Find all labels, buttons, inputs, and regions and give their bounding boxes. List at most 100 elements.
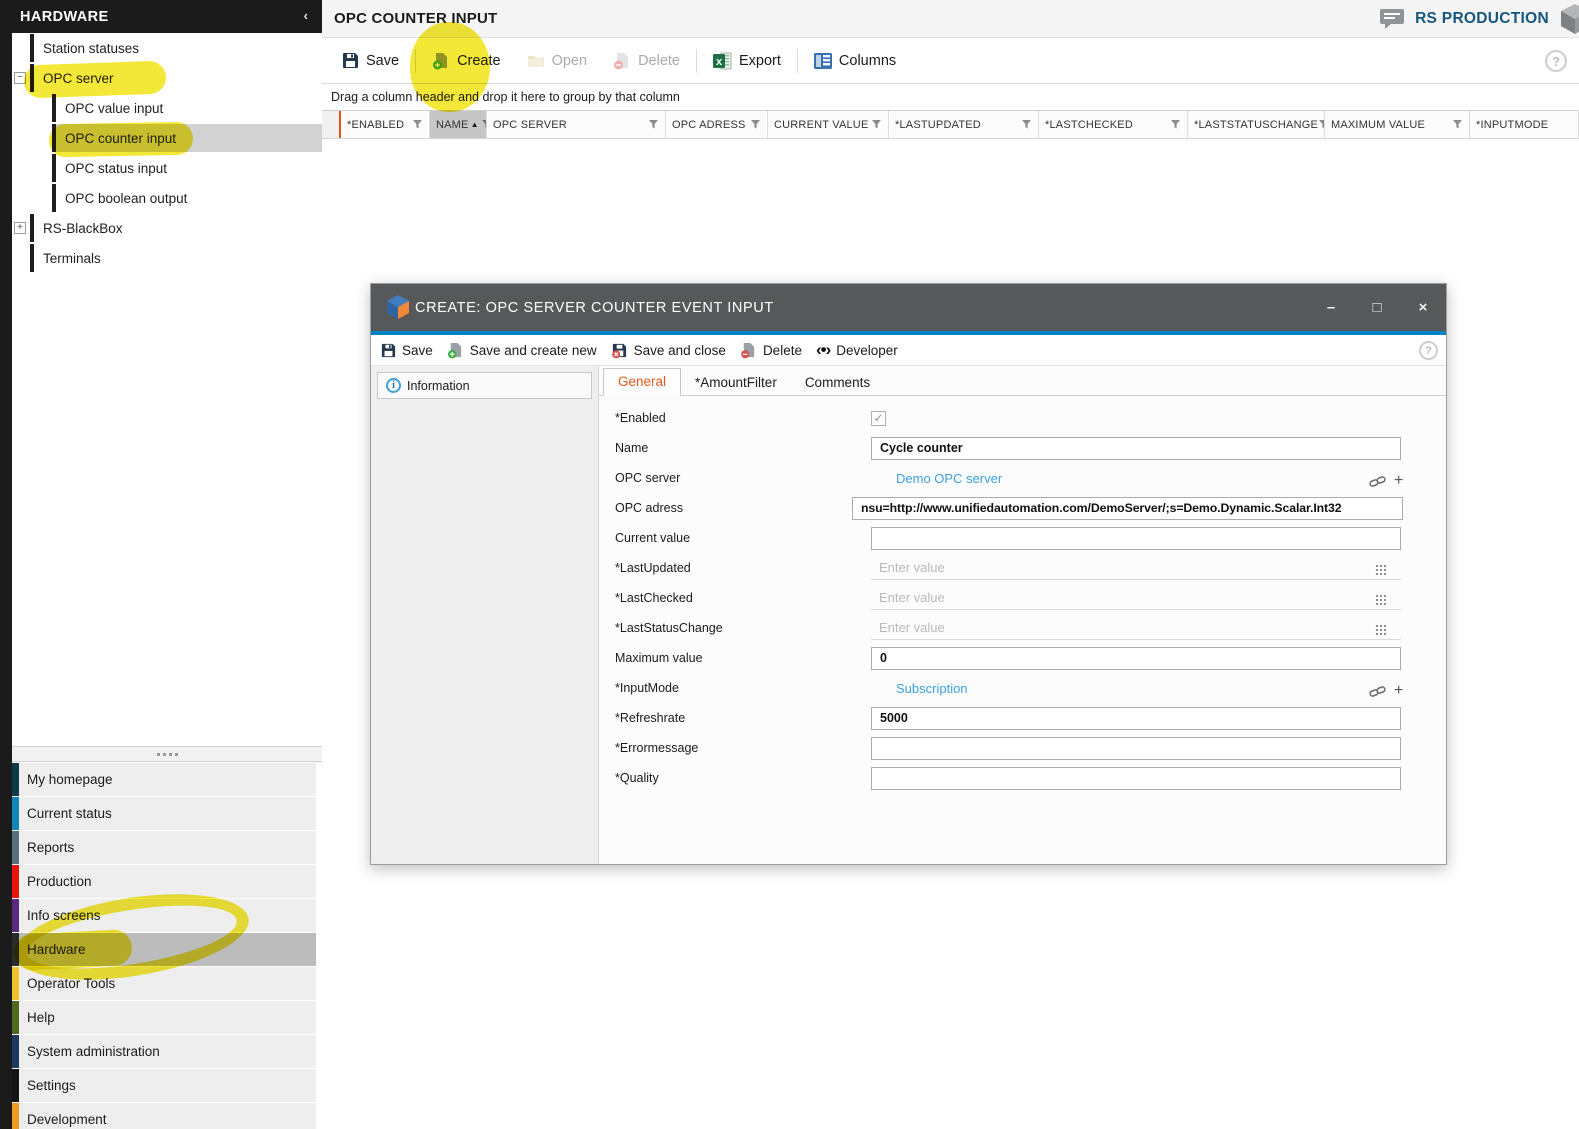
minimize-icon[interactable]: – [1322, 299, 1340, 316]
columns-button[interactable]: Columns [804, 47, 906, 75]
filter-icon[interactable] [1170, 119, 1181, 130]
tree-item-rs-blackbox[interactable]: + RS-BlackBox [12, 213, 322, 243]
open-button[interactable]: Open [517, 47, 597, 75]
save-button[interactable]: Save [332, 46, 409, 75]
open-label: Open [552, 53, 587, 69]
quality-field[interactable] [871, 767, 1401, 790]
tree-item-opc-boolean-output[interactable]: OPC boolean output [12, 183, 322, 213]
expand-expander-icon[interactable]: + [14, 222, 26, 234]
open-icon [527, 53, 545, 69]
delete-label: Delete [763, 343, 802, 358]
column-header-laststatuschange[interactable]: *LASTSTATUSCHANGE [1188, 111, 1325, 138]
dialog-developer-button[interactable]: ‹•› Developer [816, 340, 898, 360]
main-menu: My homepage Current status Reports Produ… [12, 763, 316, 1129]
picker-grid-icon[interactable] [1375, 624, 1386, 635]
dialog-help-icon[interactable]: ? [1419, 341, 1438, 360]
information-side-tab[interactable]: i Information [377, 372, 592, 399]
sidebar-splitter-handle[interactable] [12, 746, 322, 762]
tree-item-opc-counter-input[interactable]: OPC counter input [12, 123, 322, 153]
filter-icon[interactable] [750, 119, 761, 130]
create-button[interactable]: Create [422, 46, 511, 76]
menu-item-my-homepage[interactable]: My homepage [12, 763, 316, 796]
close-icon[interactable]: × [1414, 299, 1432, 316]
tab-comments[interactable]: Comments [791, 370, 884, 396]
menu-item-reports[interactable]: Reports [12, 831, 316, 864]
column-header-lastchecked[interactable]: *LASTCHECKED [1039, 111, 1188, 138]
tree-item-opc-status-input[interactable]: OPC status input [12, 153, 322, 183]
opc-adress-field[interactable] [852, 497, 1403, 520]
opc-server-link[interactable]: Demo OPC server [871, 471, 1002, 486]
filter-icon[interactable] [871, 119, 882, 130]
laststatuschange-field[interactable] [871, 617, 1401, 640]
add-icon[interactable]: + [1394, 473, 1403, 489]
menu-item-settings[interactable]: Settings [12, 1069, 316, 1102]
column-header-opc-server[interactable]: OPC SERVER [487, 111, 666, 138]
menu-item-operator-tools[interactable]: Operator Tools [12, 967, 316, 1000]
current-value-field[interactable] [871, 527, 1401, 550]
field-label: Current value [599, 531, 871, 545]
errormessage-field[interactable] [871, 737, 1401, 760]
lastchecked-field[interactable] [871, 587, 1401, 610]
dialog-save-button[interactable]: Save [381, 343, 433, 358]
column-header-name[interactable]: NAME ▲ [430, 111, 487, 138]
tree-item-opc-value-input[interactable]: OPC value input [12, 93, 322, 123]
menu-item-label: Settings [27, 1078, 76, 1093]
columns-label: Columns [839, 53, 896, 69]
link-icon[interactable] [1369, 473, 1386, 490]
menu-item-current-status[interactable]: Current status [12, 797, 316, 830]
inputmode-link[interactable]: Subscription [871, 681, 968, 696]
picker-grid-icon[interactable] [1375, 594, 1386, 605]
enabled-checkbox[interactable]: ✓ [871, 411, 886, 426]
collapse-expander-icon[interactable]: − [14, 72, 26, 84]
refreshrate-field[interactable] [871, 707, 1401, 730]
group-by-drop-zone[interactable]: Drag a column header and drop it here to… [322, 84, 1579, 111]
export-label: Export [739, 53, 781, 69]
column-header-inputmode[interactable]: *INPUTMODE [1470, 111, 1579, 138]
column-header-maximum-value[interactable]: MAXIMUM VALUE [1325, 111, 1470, 138]
sidebar-collapse-icon[interactable]: ‹ [304, 8, 308, 23]
dialog-titlebar[interactable]: CREATE: OPC SERVER COUNTER EVENT INPUT –… [371, 284, 1446, 331]
menu-item-system-administration[interactable]: System administration [12, 1035, 316, 1068]
delete-button[interactable]: Delete [603, 46, 690, 76]
link-icon[interactable] [1369, 683, 1386, 700]
column-header-current-value[interactable]: CURRENT VALUE [768, 111, 889, 138]
menu-item-hardware[interactable]: Hardware [12, 933, 316, 966]
lastupdated-field[interactable] [871, 557, 1401, 580]
filter-icon[interactable] [1452, 119, 1463, 130]
name-field[interactable] [871, 437, 1401, 460]
filter-icon[interactable] [1021, 119, 1032, 130]
maximize-icon[interactable]: □ [1368, 299, 1386, 316]
tab-amountfilter[interactable]: *AmountFilter [681, 370, 791, 396]
menu-item-production[interactable]: Production [12, 865, 316, 898]
column-header-opc-adress[interactable]: OPC ADRESS [666, 111, 768, 138]
tree-item-terminals[interactable]: Terminals [12, 243, 322, 273]
filter-icon[interactable] [648, 119, 659, 130]
add-icon[interactable]: + [1394, 683, 1403, 699]
dialog-title: CREATE: OPC SERVER COUNTER EVENT INPUT [415, 300, 774, 316]
export-button[interactable]: x Export [703, 46, 791, 76]
dialog-save-and-create-new-button[interactable]: Save and create new [447, 342, 597, 359]
picker-grid-icon[interactable] [1375, 564, 1386, 575]
menu-item-label: Help [27, 1010, 55, 1025]
tree-item-opc-server[interactable]: − OPC server [12, 63, 322, 93]
menu-item-help[interactable]: Help [12, 1001, 316, 1034]
tab-general[interactable]: General [603, 368, 681, 396]
menu-item-info-screens[interactable]: Info screens [12, 899, 316, 932]
create-icon [432, 52, 450, 70]
dialog-save-and-close-button[interactable]: Save and close [611, 342, 726, 359]
dialog-toolbar: Save Save and create new Save an [371, 335, 1446, 366]
tree-item-label: OPC status input [65, 161, 167, 176]
column-header-lastupdated[interactable]: *LASTUPDATED [889, 111, 1039, 138]
chat-icon[interactable] [1379, 8, 1405, 30]
filter-icon[interactable] [412, 119, 423, 130]
page-help-icon[interactable]: ? [1545, 50, 1567, 72]
svg-text:x: x [716, 56, 723, 68]
save-label: Save [366, 53, 399, 69]
tree-item-station-statuses[interactable]: Station statuses [12, 33, 322, 63]
dialog-delete-button[interactable]: Delete [740, 342, 802, 359]
maximum-value-field[interactable] [871, 647, 1401, 670]
filter-icon[interactable] [1318, 119, 1325, 130]
field-row-lastupdated: *LastUpdated [599, 553, 1446, 583]
column-header-enabled[interactable]: *ENABLED [341, 111, 430, 138]
menu-item-development[interactable]: Development [12, 1103, 316, 1129]
